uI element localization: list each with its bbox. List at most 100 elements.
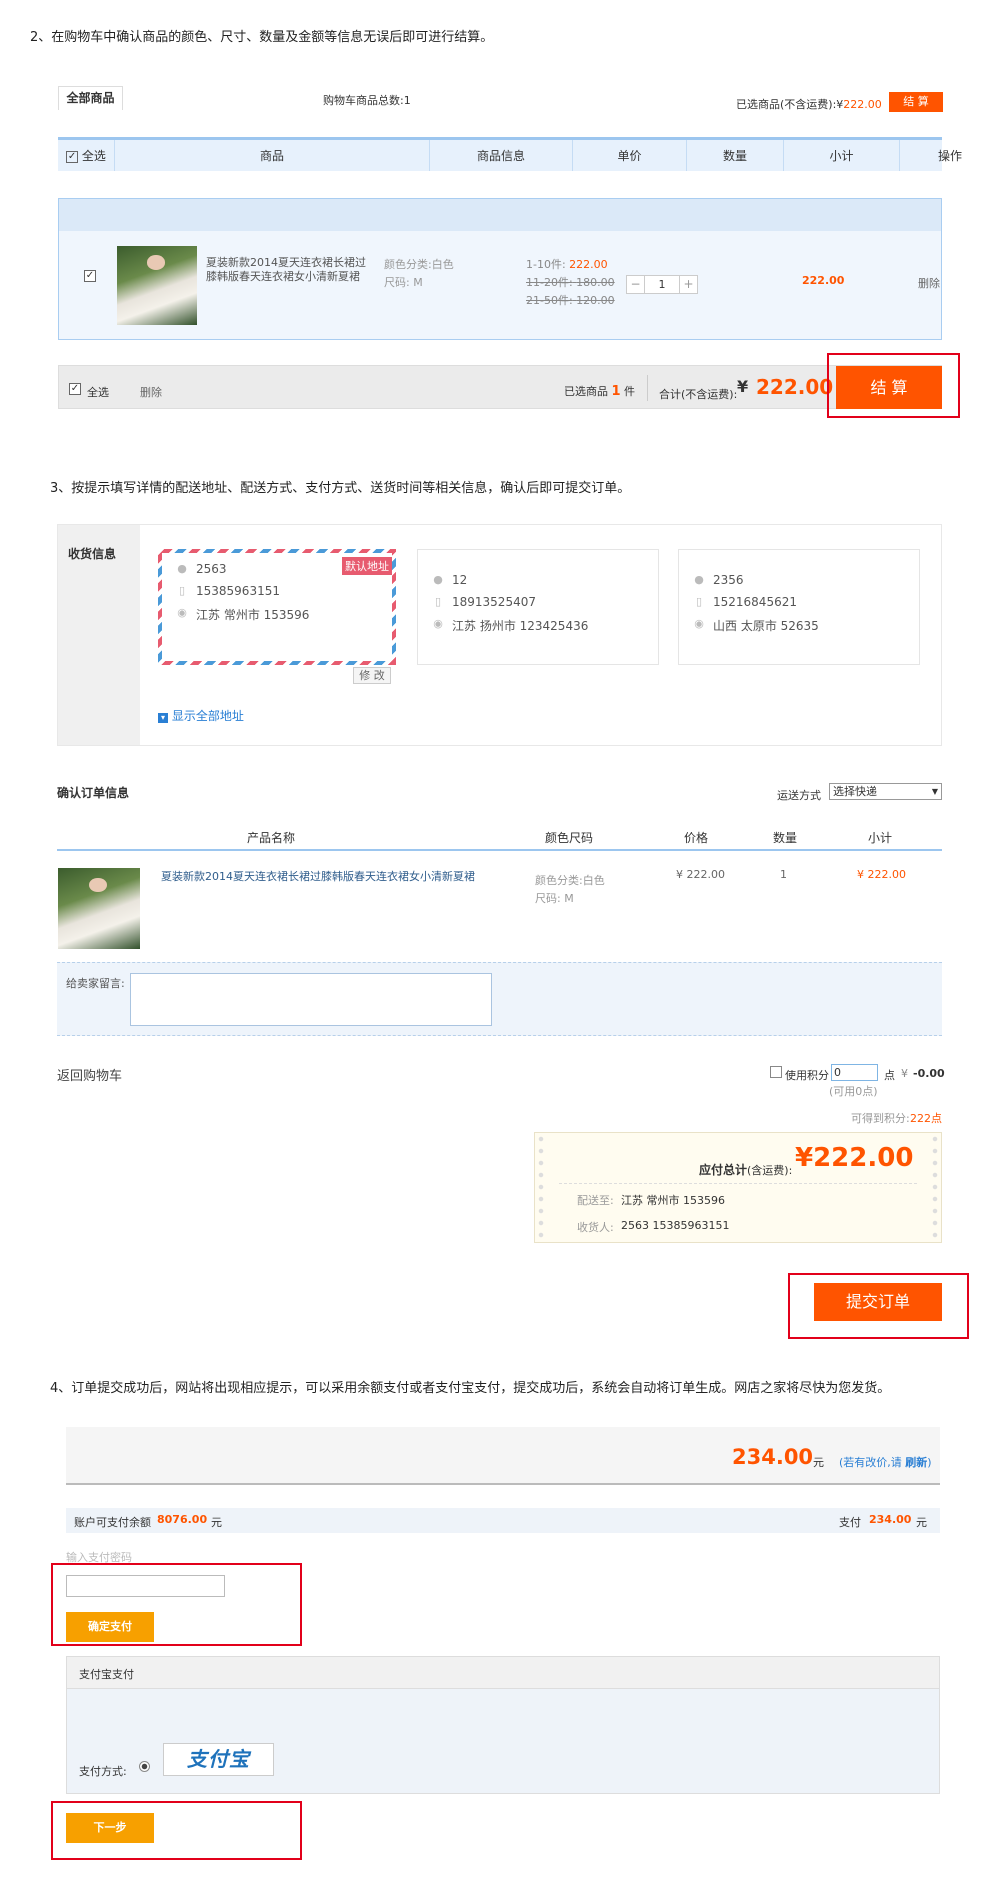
expand-icon: ▾: [158, 713, 168, 723]
points-unit: 点: [884, 1069, 895, 1082]
header-qty: 数量: [773, 831, 798, 845]
perforation-right: [931, 1133, 939, 1242]
location-icon: ◉: [433, 617, 443, 630]
refresh-link[interactable]: 刷新: [905, 1456, 927, 1469]
available-points: (可用0点): [829, 1085, 878, 1098]
edit-address-button[interactable]: 修 改: [353, 667, 391, 684]
plus-button[interactable]: +: [679, 276, 697, 293]
footer-divider: [647, 375, 648, 401]
footer-delete-link[interactable]: 删除: [140, 384, 162, 400]
receiver-panel: 收货信息 ● 2563 ▯ 15385963151 ◉ 江苏 常州市 15359…: [57, 524, 942, 746]
perforation-left: [537, 1133, 545, 1242]
cart-header: ✓ 全选 商品 商品信息 单价 数量 小计 操作: [58, 137, 962, 171]
header-price: 单价: [573, 140, 687, 171]
chevron-down-icon: ▼: [931, 787, 938, 796]
location-icon: ◉: [177, 606, 187, 619]
alipay-title: 支付宝支付: [79, 1668, 134, 1681]
alipay-panel: 支付宝支付 支付方式: 支付宝: [66, 1656, 940, 1794]
item-checkbox[interactable]: ✓: [84, 270, 96, 282]
address-text: 江苏 常州市 153596: [196, 608, 310, 622]
user-icon: ●: [177, 562, 187, 575]
use-points-label: 使用积分: [785, 1069, 829, 1082]
receiver-label-summary: 收货人:: [577, 1221, 614, 1234]
item-size: 尺码: M: [384, 276, 423, 289]
header-subtotal: 小计: [868, 831, 893, 845]
step4-title: 4、订单提交成功后，网站将出现相应提示，可以采用余额支付或者支付宝支付，提交成功…: [50, 1381, 891, 1396]
receiver-value-summary: 2563 15385963151: [621, 1219, 730, 1232]
tier-2: 11-20件: 180.00: [526, 276, 615, 289]
location-icon: ◉: [694, 617, 704, 630]
pay-method-label: 支付方式:: [79, 1765, 127, 1778]
address-phone: 15216845621: [713, 595, 797, 609]
confirm-order-title: 确认订单信息: [57, 786, 130, 800]
tier-1: 1-10件: 222.00: [526, 258, 608, 271]
highlight-frame-next: [51, 1801, 302, 1860]
pay-value: 234.00: [869, 1513, 912, 1526]
price-change-note: (若有改价,请 刷新): [839, 1456, 932, 1469]
earn-points-value: 222点: [910, 1112, 942, 1125]
address-phone: 15385963151: [196, 584, 280, 598]
order-item-name[interactable]: 夏装新款2014夏天连衣裙长裙过膝韩版春天连衣裙女小清新夏裙: [161, 868, 475, 884]
payable-amount: ¥222.00: [795, 1143, 914, 1173]
item-delete-link[interactable]: 删除: [918, 275, 940, 291]
balance-value: 8076.00: [157, 1513, 208, 1526]
header-select-all[interactable]: ✓ 全选: [58, 140, 115, 171]
tier-3: 21-50件: 120.00: [526, 294, 615, 307]
qty-input[interactable]: 1: [645, 276, 679, 293]
payment-yuan: 元: [813, 1456, 824, 1469]
item-subtotal: 222.00: [802, 274, 845, 287]
checkout-button-small[interactable]: 结 算: [889, 92, 943, 112]
payable-summary: 应付总计(含运费): ¥222.00 配送至: 江苏 常州市 153596 收货…: [534, 1132, 942, 1243]
item-name[interactable]: 夏装新款2014夏天连衣裙长裙过膝韩版春天连衣裙女小清新夏裙: [206, 256, 366, 284]
use-points-checkbox[interactable]: [770, 1066, 782, 1078]
ship-to-value: 江苏 常州市 153596: [621, 1194, 725, 1207]
order-item-size: 尺码: M: [535, 892, 574, 905]
address-card-2[interactable]: ● 12 ▯ 18913525407 ◉ 江苏 扬州市 123425436: [417, 549, 659, 665]
phone-icon: ▯: [178, 584, 186, 597]
order-item-color: 颜色分类:白色: [535, 874, 605, 887]
header-subtotal: 小计: [784, 140, 900, 171]
alipay-panel-header: 支付宝支付: [67, 1657, 939, 1689]
select-all-checkbox[interactable]: ✓: [66, 150, 79, 163]
step2-title: 2、在购物车中确认商品的颜色、尺寸、数量及金额等信息无误后即可进行结算。: [30, 30, 494, 45]
earn-points-label: 可得到积分:: [851, 1112, 910, 1125]
user-icon: ●: [433, 573, 443, 586]
payment-amount: 234.00: [732, 1445, 814, 1469]
receiver-label: 收货信息: [68, 547, 117, 561]
tab-all-products[interactable]: 全部商品: [58, 86, 123, 110]
cart-footer: ✓ 全选 删除 已选商品 1 件 合计(不含运费): ¥ 222.00: [58, 365, 942, 409]
payable-divider: [559, 1183, 917, 1184]
quantity-stepper[interactable]: − 1 +: [626, 275, 698, 294]
alipay-logo[interactable]: 支付宝: [163, 1743, 274, 1776]
payable-label: 应付总计(含运费):: [699, 1163, 793, 1177]
highlight-frame-checkout: [827, 353, 960, 418]
order-item-thumbnail[interactable]: [58, 868, 140, 949]
footer-total-amount: 222.00: [756, 375, 834, 399]
footer-select-all-checkbox[interactable]: ✓: [69, 383, 81, 395]
message-textarea[interactable]: [130, 973, 492, 1026]
payment-amount-bar: 234.00 元 (若有改价,请 刷新): [66, 1427, 940, 1485]
phone-icon: ▯: [695, 595, 703, 608]
header-product: 商品: [115, 140, 430, 171]
phone-icon: ▯: [434, 595, 442, 608]
footer-total-label: 合计(不含运费):: [659, 388, 738, 401]
address-name: 2563: [196, 562, 227, 576]
address-card-3[interactable]: ● 2356 ▯ 15216845621 ◉ 山西 太原市 52635: [678, 549, 920, 665]
header-info: 商品信息: [430, 140, 573, 171]
item-thumbnail[interactable]: [117, 246, 197, 325]
alipay-radio[interactable]: [139, 1761, 150, 1772]
points-input[interactable]: 0: [831, 1064, 878, 1081]
footer-select-all-label: 全选: [87, 386, 109, 399]
shipping-select[interactable]: 选择快递 ▼: [829, 783, 942, 800]
step3-title: 3、按提示填写详情的配送地址、配送方式、支付方式、送货时间等相关信息，确认后即可…: [50, 481, 631, 496]
balance-bar: 账户可支付余额 8076.00 元 支付 234.00 元: [66, 1508, 940, 1533]
back-to-cart-link[interactable]: 返回购物车: [57, 1065, 122, 1084]
order-item-qty: 1: [780, 868, 787, 881]
address-card-default[interactable]: ● 2563 ▯ 15385963151 ◉ 江苏 常州市 153596 默认地…: [158, 549, 396, 665]
item-color: 颜色分类:白色: [384, 258, 454, 271]
balance-label: 账户可支付余额: [74, 1516, 151, 1529]
address-text: 山西 太原市 52635: [713, 619, 819, 633]
points-discount: -0.00: [913, 1067, 945, 1080]
minus-button[interactable]: −: [627, 276, 645, 293]
show-all-addresses-link[interactable]: ▾ 显示全部地址: [158, 707, 244, 724]
